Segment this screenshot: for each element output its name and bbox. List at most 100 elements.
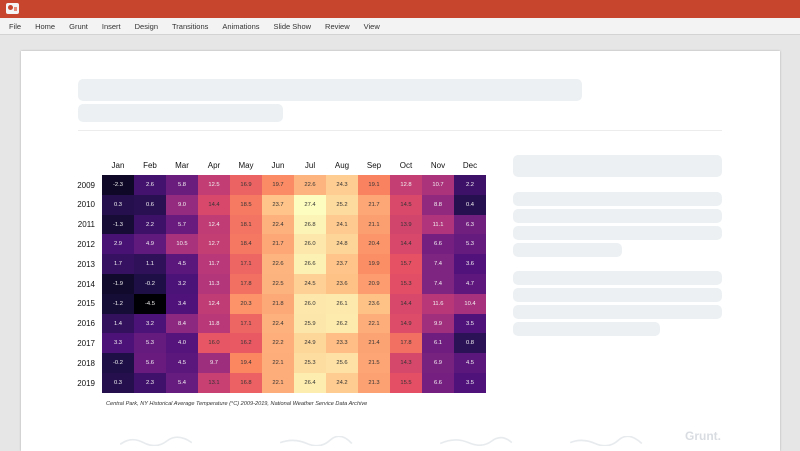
heatmap-cell: 27.4 [294, 194, 326, 215]
menu-transitions[interactable]: Transitions [172, 22, 208, 31]
heatmap-cell: 24.9 [294, 333, 326, 354]
slide-canvas[interactable]: Jan Feb Mar Apr May Jun Jul Aug Sep Oct Nov Dec 2009… [21, 51, 780, 451]
heatmap-cell: 4.7 [454, 274, 486, 295]
menu-slide-show[interactable]: Slide Show [274, 22, 312, 31]
heatmap-cell: 21.4 [358, 333, 390, 354]
menu-bar: File Home Grunt Insert Design Transition… [0, 18, 800, 35]
heatmap-cell: 16.9 [230, 175, 262, 196]
month-label: Aug [334, 161, 350, 170]
menu-animations[interactable]: Animations [222, 22, 259, 31]
menu-insert[interactable]: Insert [102, 22, 121, 31]
menu-view[interactable]: View [364, 22, 380, 31]
heatmap-cell: 3.5 [454, 313, 486, 334]
app-icon [6, 3, 19, 14]
month-label: Mar [175, 161, 189, 170]
heatmap-cell: 24.5 [294, 274, 326, 295]
heatmap-cell: 17.8 [230, 274, 262, 295]
menu-home[interactable]: Home [35, 22, 55, 31]
heatmap-cell: 18.1 [230, 214, 262, 235]
grunt-logo: Grunt. [685, 429, 721, 443]
heatmap-cell: 10.5 [166, 234, 198, 255]
heatmap-cell: 0.3 [102, 194, 134, 215]
heatmap-cell: 21.3 [358, 373, 390, 394]
heatmap-cell: 18.5 [230, 194, 262, 215]
heatmap-cell: 11.6 [422, 293, 454, 314]
decorative-wave-icon [119, 436, 193, 446]
heatmap-cell: 11.1 [422, 214, 454, 235]
heatmap-cell: 7.4 [422, 254, 454, 275]
heatmap-cell: 9.7 [198, 353, 230, 374]
heatmap-cell: 26.4 [294, 373, 326, 394]
heatmap-cell: 4.5 [166, 353, 198, 374]
heatmap-cell: 11.8 [198, 313, 230, 334]
month-label: Jun [271, 161, 285, 170]
heatmap-cell: 25.3 [294, 353, 326, 374]
menu-file[interactable]: File [9, 22, 21, 31]
heatmap-cell: 19.7 [262, 175, 294, 196]
heatmap-cell: 16.0 [198, 333, 230, 354]
heatmap-cell: 26.2 [326, 313, 358, 334]
heatmap-cell: 16.8 [230, 373, 262, 394]
heatmap-cell: 5.4 [166, 373, 198, 394]
menu-review[interactable]: Review [325, 22, 350, 31]
heatmap-cell: 9.9 [422, 313, 454, 334]
year-label: 2018 [77, 358, 95, 368]
heatmap-cell: 22.1 [358, 313, 390, 334]
year-label: 2017 [77, 338, 95, 348]
heatmap-cell: 10.4 [454, 293, 486, 314]
heatmap-cell: 15.5 [390, 373, 422, 394]
heatmap-cell: 24.8 [326, 234, 358, 255]
heatmap-cell: -0.2 [134, 274, 166, 295]
year-label: 2013 [77, 259, 95, 269]
subtitle-placeholder [78, 104, 283, 122]
heatmap-cell: 2.2 [134, 214, 166, 235]
heatmap-cell: 26.1 [326, 293, 358, 314]
title-placeholder [78, 79, 582, 101]
heatmap-cell: -1.2 [102, 293, 134, 314]
heatmap-cell: 6.3 [454, 214, 486, 235]
heatmap-cell: 2.6 [134, 175, 166, 196]
heatmap-cell: 18.4 [230, 234, 262, 255]
heatmap-cell: 9.0 [166, 194, 198, 215]
heatmap-cell: 22.6 [262, 254, 294, 275]
heatmap-cell: 4.5 [166, 254, 198, 275]
heatmap-cell: -4.5 [134, 293, 166, 314]
heatmap-cell: 5.6 [134, 353, 166, 374]
divider [78, 130, 722, 131]
heatmap-cell: 0.8 [454, 333, 486, 354]
menu-grunt[interactable]: Grunt [69, 22, 88, 31]
heatmap-cell: 3.3 [102, 333, 134, 354]
year-label: 2014 [77, 279, 95, 289]
heatmap-cell: 12.4 [198, 293, 230, 314]
menu-design[interactable]: Design [135, 22, 158, 31]
heatmap-cell: 5.3 [134, 333, 166, 354]
heatmap-cell: 14.4 [390, 234, 422, 255]
heatmap-cell: 3.2 [166, 274, 198, 295]
heatmap-cell: 21.7 [358, 194, 390, 215]
heatmap-cell: 23.7 [262, 194, 294, 215]
heatmap-cell: 17.8 [390, 333, 422, 354]
heatmap-cell: 13.1 [198, 373, 230, 394]
heatmap-cell: 23.3 [326, 333, 358, 354]
side-text-line [513, 226, 722, 240]
heatmap-cell: 2.2 [454, 175, 486, 196]
side-text-line [513, 192, 722, 206]
heatmap-cell: 23.6 [326, 274, 358, 295]
decorative-wave-icon [569, 436, 643, 446]
year-label: 2016 [77, 319, 95, 329]
heatmap-cell: 20.3 [230, 293, 262, 314]
heatmap-cell: 1.1 [134, 254, 166, 275]
side-text-line [513, 322, 660, 336]
year-label: 2015 [77, 299, 95, 309]
heatmap-cell: 12.8 [390, 175, 422, 196]
heatmap-cell: 6.6 [422, 234, 454, 255]
heatmap-cell: 22.6 [294, 175, 326, 196]
heatmap-cell: 14.4 [198, 194, 230, 215]
heatmap-cell: 3.2 [134, 313, 166, 334]
month-label: Dec [462, 161, 478, 170]
year-label: 2011 [77, 220, 95, 230]
heatmap-cell: 0.4 [454, 194, 486, 215]
heatmap-cell: 21.1 [358, 214, 390, 235]
decorative-wave-icon [279, 436, 353, 446]
heatmap-cell: 14.4 [390, 293, 422, 314]
